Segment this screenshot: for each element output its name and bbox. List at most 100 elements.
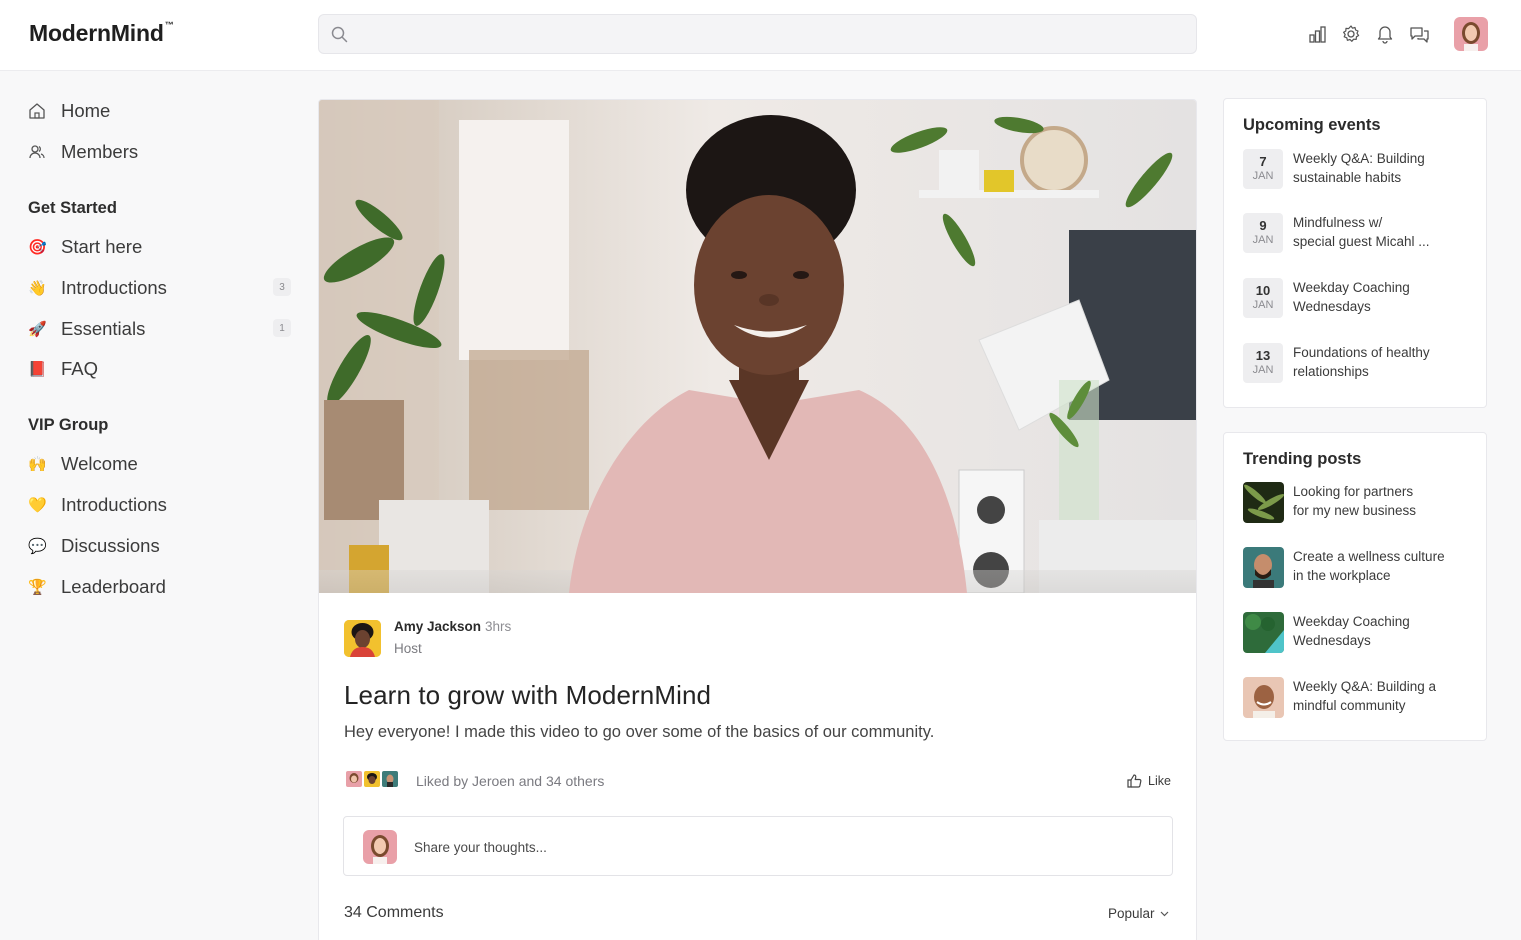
liker-avatar [380,769,400,789]
sidebar-item-label: Introductions [61,277,167,298]
section-heading-vip-group: VIP Group [28,416,109,434]
search-bar[interactable] [318,14,1197,54]
notifications-icon[interactable] [1374,23,1396,45]
event-day: 7 [1259,154,1267,169]
event-title: Mindfulness w/special guest Micahl ... [1293,215,1430,249]
event-date: 9 JAN [1243,213,1283,253]
unread-count-badge: 3 [273,278,291,296]
event-month: JAN [1252,234,1274,246]
trending-post-item[interactable]: Create a wellness culture in the workplac… [1243,547,1478,591]
liker-avatar [344,769,364,789]
settings-icon[interactable] [1340,23,1362,45]
sort-label: Popular [1108,906,1155,921]
comment-sort-dropdown[interactable]: Popular [1108,906,1169,921]
author-name[interactable]: Amy Jackson [394,619,481,634]
unread-count-badge: 1 [273,319,291,337]
user-avatar[interactable] [1454,17,1488,51]
sidebar-item-start-here[interactable]: 🎯 Start here [28,231,293,263]
event-item[interactable]: 13 JAN Foundations of healthy relationship… [1243,343,1478,387]
sidebar-item-label: Essentials [61,318,146,339]
sidebar-item-members[interactable]: Members [28,136,293,168]
analytics-icon[interactable] [1306,23,1328,45]
event-title: Foundations of healthy relationships [1293,345,1430,379]
sidebar-item-label: Home [61,100,111,121]
like-button[interactable]: Like [1127,774,1171,788]
sidebar-item-home[interactable]: Home [28,95,293,127]
comment-input[interactable] [414,832,1154,862]
trending-post-title: Weekly Q&A: Building a mindful community [1293,679,1437,713]
search-input[interactable] [361,15,1181,53]
event-month: JAN [1252,364,1274,376]
event-title: Weekly Q&A: Building sustainable habits [1293,151,1425,185]
post-timestamp: 3hrs [485,619,512,634]
event-item[interactable]: 7 JAN Weekly Q&A: Building sustainable hab… [1243,149,1478,193]
chevron-down-icon [1160,911,1168,916]
app-logo[interactable]: ModernMind™ [29,20,174,47]
liker-avatar [362,769,382,789]
event-day: 9 [1259,218,1267,233]
yellow-heart-icon: 💛 [28,497,47,514]
members-icon [28,141,50,163]
author-role: Host [394,641,422,656]
event-month: JAN [1252,299,1274,311]
sidebar-item-introductions[interactable]: 👋 Introductions 3 [28,272,293,304]
event-item[interactable]: 10 JAN Weekday Coaching Wednesdays [1243,278,1478,322]
target-icon: 🎯 [28,239,47,256]
messages-icon[interactable] [1408,23,1430,45]
event-day: 13 [1255,348,1271,363]
sidebar-item-discussions[interactable]: 💬 Discussions [28,530,293,562]
current-user-avatar [363,830,397,864]
event-month: JAN [1252,170,1274,182]
author-avatar[interactable] [344,620,381,657]
upcoming-events-panel: Upcoming events 7 JAN Weekly Q&A: Buildin… [1223,98,1487,408]
likes-summary[interactable]: Liked by Jeroen and 34 others [416,773,604,789]
post-card: Amy Jackson 3hrs Host Learn to grow with… [318,99,1197,940]
panel-title: Upcoming events [1243,116,1381,134]
sidebar-item-vip-introductions[interactable]: 💛 Introductions [28,489,293,521]
trending-post-item[interactable]: Looking for partners for my new business [1243,482,1478,526]
post-video[interactable] [319,100,1196,593]
trophy-icon: 🏆 [28,579,47,596]
post-thumbnail [1243,612,1284,653]
event-item[interactable]: 9 JAN Mindfulness w/special guest Micahl … [1243,213,1478,257]
trending-post-title: Create a wellness culture in the workplac… [1293,549,1445,583]
post-thumbnail [1243,677,1284,718]
trending-post-title: Looking for partners for my new business [1293,484,1417,518]
event-date: 13 JAN [1243,343,1283,383]
comment-composer[interactable] [343,816,1173,876]
book-icon: 📕 [28,361,47,378]
post-body: Hey everyone! I made this video to go ov… [344,723,935,741]
logo-text: ModernMind [29,20,164,46]
video-thumbnail [319,100,1196,593]
sidebar-nav: Home Members Get Started 🎯 Start here 👋 … [0,71,300,940]
liker-avatars[interactable] [344,769,400,789]
event-date: 10 JAN [1243,278,1283,318]
home-icon [28,100,50,122]
sidebar-item-label: Introductions [61,494,167,515]
sidebar-item-label: Leaderboard [61,576,166,597]
trending-post-item[interactable]: Weekday Coaching Wednesdays [1243,612,1478,656]
post-thumbnail [1243,482,1284,523]
sidebar-item-label: FAQ [61,358,99,379]
panel-title: Trending posts [1243,450,1362,468]
sidebar-item-welcome[interactable]: 🙌 Welcome [28,448,293,480]
trending-posts-panel: Trending posts Looking for partners for m… [1223,432,1487,741]
comments-count: 34 Comments [344,904,444,921]
raised-hands-icon: 🙌 [28,456,47,473]
speech-bubble-icon: 💬 [28,538,47,555]
event-title: Weekday Coaching Wednesdays [1293,280,1410,314]
post-thumbnail [1243,547,1284,588]
sidebar-item-label: Discussions [61,535,160,556]
sidebar-item-label: Welcome [61,453,138,474]
trending-post-item[interactable]: Weekly Q&A: Building a mindful community [1243,677,1478,721]
sidebar-item-label: Members [61,141,139,162]
post-title: Learn to grow with ModernMind [344,680,712,710]
rocket-icon: 🚀 [28,321,47,338]
like-label: Like [1148,774,1171,788]
sidebar-item-label: Start here [61,236,143,257]
event-date: 7 JAN [1243,149,1283,189]
sidebar-item-faq[interactable]: 📕 FAQ [28,353,293,385]
sidebar-item-essentials[interactable]: 🚀 Essentials 1 [28,313,293,345]
sidebar-item-leaderboard[interactable]: 🏆 Leaderboard [28,571,293,603]
trending-post-title: Weekday Coaching Wednesdays [1293,614,1410,648]
